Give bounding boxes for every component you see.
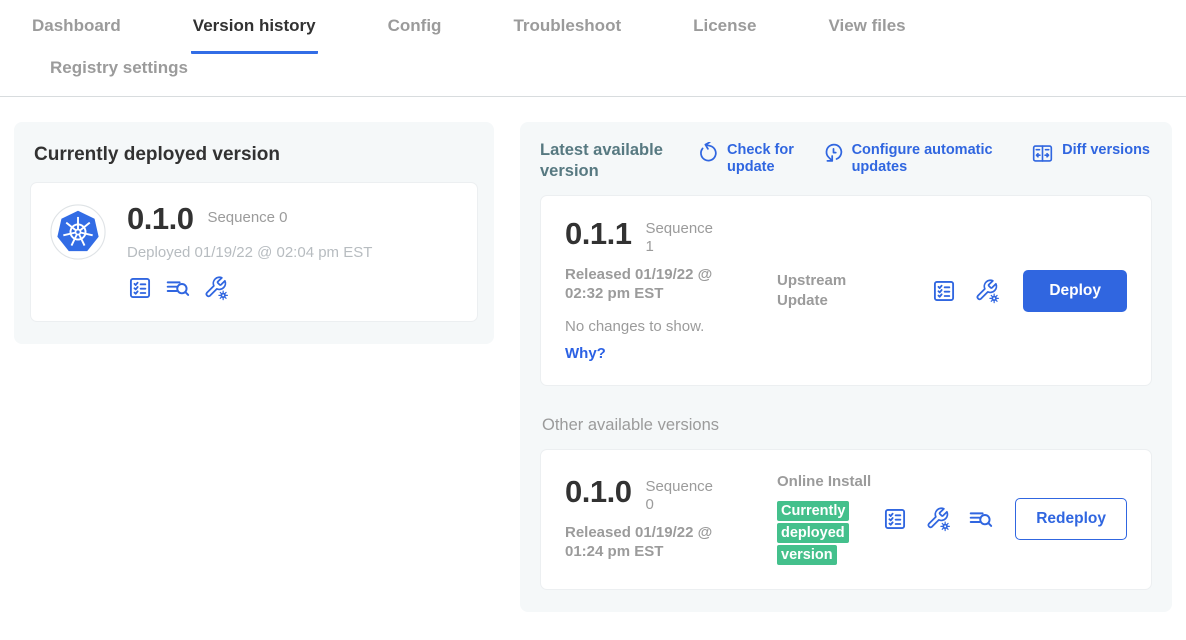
config-icon[interactable] [925,506,951,532]
preflight-checks-icon[interactable] [127,275,153,301]
nav-tabs-row: Dashboard Version history Config Trouble… [0,0,1186,54]
check-for-update-label: Check for update [727,142,803,177]
diff-versions-label: Diff versions [1062,142,1150,159]
available-versions-card: Latest available version Check for updat… [520,122,1172,612]
tab-registry-settings[interactable]: Registry settings [48,56,190,95]
no-changes-text: No changes to show. [565,318,777,335]
latest-version-source: Upstream Update [777,271,873,310]
diff-icon [1031,142,1054,165]
currently-deployed-badge: Currently deployed version [777,501,849,565]
tab-config[interactable]: Config [386,14,444,54]
deploy-button[interactable]: Deploy [1023,270,1127,312]
current-version-sequence: Sequence 0 [207,209,287,226]
current-version-number: 0.1.0 [127,203,193,234]
diff-versions-link[interactable]: Diff versions [1031,142,1150,177]
kubernetes-logo-icon [49,203,107,261]
deploy-logs-icon[interactable] [165,275,191,301]
refresh-icon [698,142,719,163]
preflight-checks-icon[interactable] [931,278,957,304]
configure-automatic-updates-label: Configure automatic updates [852,142,1012,177]
currently-deployed-title: Currently deployed version [34,144,478,166]
current-version-box: 0.1.0 Sequence 0 Deployed 01/19/22 @ 02:… [30,182,478,322]
latest-version-sequence: Sequence 1 [645,220,715,255]
check-for-update-link[interactable]: Check for update [698,142,803,177]
redeploy-button[interactable]: Redeploy [1015,498,1127,540]
auto-update-icon [823,142,844,163]
latest-released-timestamp: Released 01/19/22 @ 02:32 pm EST [565,265,743,304]
nav-tabs-row-2: Registry settings [0,54,1186,96]
other-version-sequence: Sequence 0 [645,478,715,513]
tab-dashboard[interactable]: Dashboard [30,14,123,54]
deploy-logs-icon[interactable] [968,506,994,532]
top-nav: Dashboard Version history Config Trouble… [0,0,1186,97]
other-version-number: 0.1.0 [565,476,631,507]
configure-automatic-updates-link[interactable]: Configure automatic updates [823,142,1012,177]
latest-available-title: Latest available version [540,140,692,181]
why-link[interactable]: Why? [565,345,606,362]
config-icon[interactable] [974,278,1000,304]
currently-deployed-card: Currently deployed version [14,122,494,344]
deployed-timestamp: Deployed 01/19/22 @ 02:04 pm EST [127,244,372,261]
latest-version-row: 0.1.1 Sequence 1 Released 01/19/22 @ 02:… [540,195,1152,386]
other-released-timestamp: Released 01/19/22 @ 01:24 pm EST [565,523,743,562]
preflight-checks-icon[interactable] [882,506,908,532]
tab-license[interactable]: License [691,14,758,54]
other-version-source: Online Install [777,472,873,492]
version-actions: Check for update Configure automatic upd… [692,142,1152,177]
tab-troubleshoot[interactable]: Troubleshoot [511,14,623,54]
main-content: Currently deployed version [0,97,1186,628]
other-available-versions-heading: Other available versions [542,416,1152,435]
latest-version-number: 0.1.1 [565,218,631,249]
config-icon[interactable] [203,275,229,301]
tab-version-history[interactable]: Version history [191,14,318,54]
other-version-row: 0.1.0 Sequence 0 Released 01/19/22 @ 01:… [540,449,1152,590]
tab-view-files[interactable]: View files [826,14,907,54]
